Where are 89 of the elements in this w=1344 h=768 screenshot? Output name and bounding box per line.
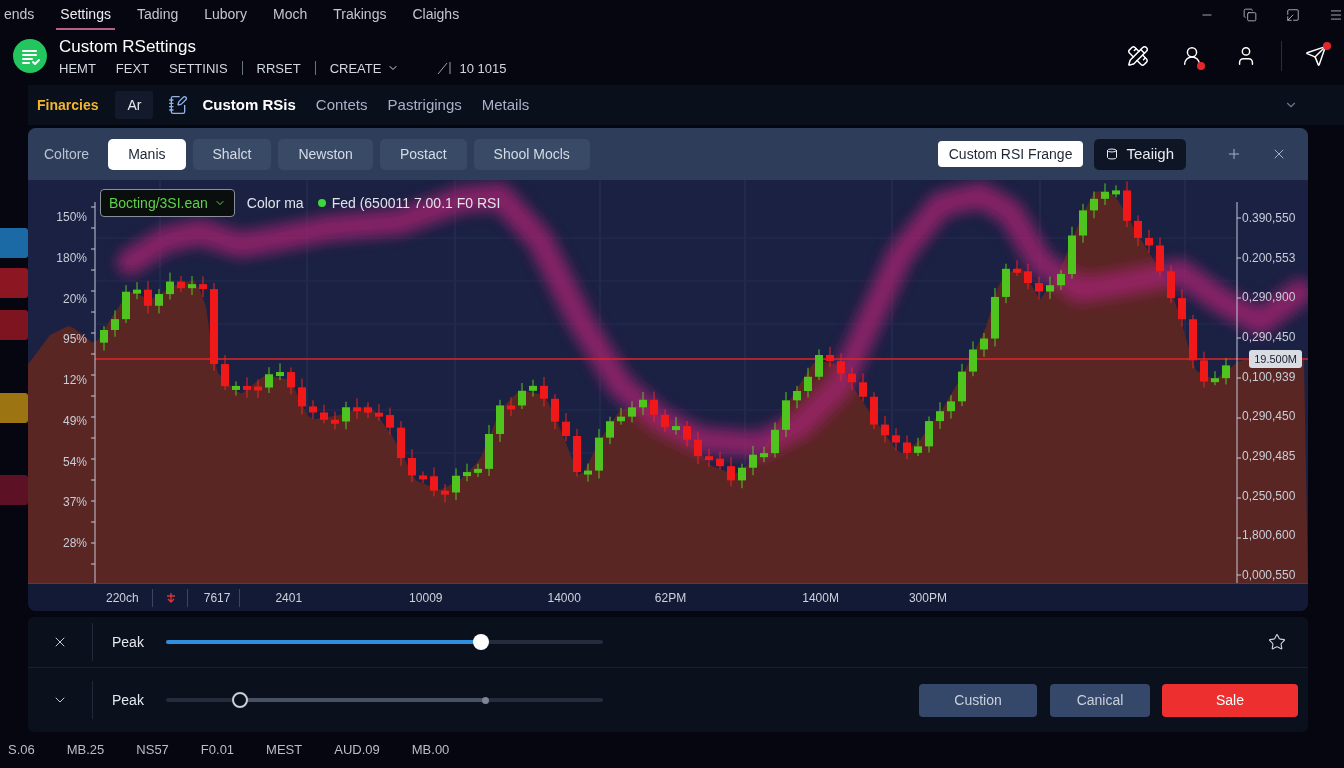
- ticker-item: MB.00: [411, 741, 450, 760]
- add-icon[interactable]: [1226, 146, 1242, 162]
- menu-item[interactable]: Trakings: [329, 0, 391, 30]
- ticker-item: MEST: [266, 741, 303, 760]
- ticker-item: NS57: [136, 741, 169, 760]
- menu-item[interactable]: Tading: [132, 0, 183, 30]
- axis-label: 7617: [203, 589, 231, 607]
- axis-label: 10009: [409, 589, 443, 607]
- menu-item[interactable]: ends: [0, 0, 39, 30]
- axis-label: 0,290,450: [1242, 328, 1297, 345]
- axis-label: 0,250,500: [1242, 487, 1297, 504]
- menu-item[interactable]: Settings: [56, 0, 115, 30]
- range-button[interactable]: Custom RSI Frange: [937, 141, 1084, 167]
- nav-tab[interactable]: Contets: [315, 93, 368, 117]
- panel-tab[interactable]: Shalct: [192, 138, 272, 170]
- axis-label: 0.390,550: [1242, 210, 1297, 226]
- theme-button[interactable]: Teaiigh: [1094, 138, 1186, 170]
- panel-tab[interactable]: Postact: [379, 138, 467, 170]
- symbol-dropdown[interactable]: Bocting/3SI.ean: [100, 189, 235, 217]
- axis-label: 180%: [56, 249, 87, 266]
- ticker-item: F0.01: [200, 741, 235, 760]
- axis-label: 14000: [547, 589, 581, 607]
- ticker-item: AUD.09: [334, 741, 380, 760]
- action-button[interactable]: Sale: [1162, 683, 1298, 717]
- slider-track[interactable]: [166, 634, 603, 650]
- ticker-item: MB.25: [66, 741, 105, 760]
- slider-handle[interactable]: [481, 696, 489, 704]
- menu-item[interactable]: Moch: [269, 0, 312, 30]
- brand-link[interactable]: Finarcies: [37, 94, 99, 116]
- header-action-link[interactable]: RRSET: [256, 60, 301, 76]
- axis-label: 95%: [62, 331, 87, 348]
- menu-item[interactable]: Lubory: [200, 0, 252, 30]
- axis-label: 20%: [62, 290, 87, 307]
- action-button[interactable]: Custion: [919, 683, 1037, 717]
- axis-label: 37%: [62, 494, 87, 511]
- popout-icon[interactable]: [1286, 8, 1300, 22]
- user-icon[interactable]: [1181, 45, 1203, 67]
- axis-label: 62PM: [654, 589, 687, 607]
- slider-label: Peak: [112, 690, 145, 710]
- menu-item[interactable]: Claighs: [408, 0, 464, 30]
- action-button[interactable]: Canical: [1050, 683, 1150, 717]
- header-action-link[interactable]: HEMT: [59, 60, 96, 76]
- tabs-label: Coltore: [44, 144, 90, 164]
- cylinder-icon: [1106, 148, 1119, 160]
- send-icon[interactable]: [1305, 45, 1327, 67]
- nav-tab[interactable]: Metails: [481, 93, 530, 117]
- slider-label: Peak: [112, 632, 145, 652]
- axis-label: 49%: [62, 412, 87, 429]
- axis-label: 2401: [275, 589, 303, 607]
- axis-label: 0,290,900: [1242, 289, 1297, 306]
- axis-label: 54%: [62, 453, 87, 470]
- pencil-ruler-icon[interactable]: [1127, 45, 1149, 67]
- axis-label: 300PM: [908, 589, 947, 607]
- nav-chip[interactable]: Ar: [115, 91, 154, 119]
- slash-icon: [437, 61, 454, 75]
- axis-label: 150%: [56, 209, 87, 225]
- axis-label: 0,000,550: [1242, 566, 1297, 583]
- price-tag: 19.500M: [1249, 350, 1302, 368]
- slider-thumb[interactable]: [472, 634, 489, 650]
- nav-tab[interactable]: Pastrigings: [387, 93, 462, 117]
- axis-label: 220ch: [106, 589, 139, 607]
- axis-label: 12%: [62, 372, 87, 388]
- panel-tab[interactable]: Newston: [278, 138, 373, 170]
- axis-label: 0.200,553: [1242, 249, 1297, 266]
- app-title: Custom RSettings: [59, 36, 197, 57]
- slider-thumb[interactable]: [232, 692, 249, 708]
- nav-tab[interactable]: Custom RSis: [202, 93, 296, 117]
- create-menu-button[interactable]: CREATE: [329, 60, 400, 76]
- notebook-icon: [168, 95, 189, 115]
- panel-tab[interactable]: Manis: [108, 138, 186, 170]
- axis-label: 0,290,450: [1242, 408, 1297, 425]
- slider-track[interactable]: [166, 692, 603, 708]
- menu-icon[interactable]: [1329, 8, 1343, 22]
- header-action-link[interactable]: FEXT: [115, 60, 150, 76]
- axis-label: 28%: [62, 535, 87, 551]
- axis-label: 1,800,600: [1242, 527, 1297, 544]
- axis-label: 0,290,485: [1242, 447, 1297, 464]
- color-label: Color ma: [246, 193, 304, 213]
- panel-tab[interactable]: Shool Mocls: [473, 138, 590, 170]
- restore-icon[interactable]: [1243, 8, 1257, 22]
- header-action-link[interactable]: SETTINIS: [169, 60, 228, 76]
- counter-text: 10 1015: [459, 60, 507, 76]
- legend-label: Fed (650011 7.00.1 F0 RSI: [331, 193, 501, 213]
- axis-label: 0,100,939: [1242, 368, 1297, 385]
- logo-icon: [13, 39, 47, 73]
- ticker-item: S.06: [8, 741, 35, 760]
- star-icon[interactable]: [1268, 633, 1286, 651]
- axis-label: 1400M: [802, 589, 839, 607]
- down-arrow-icon: [166, 592, 175, 603]
